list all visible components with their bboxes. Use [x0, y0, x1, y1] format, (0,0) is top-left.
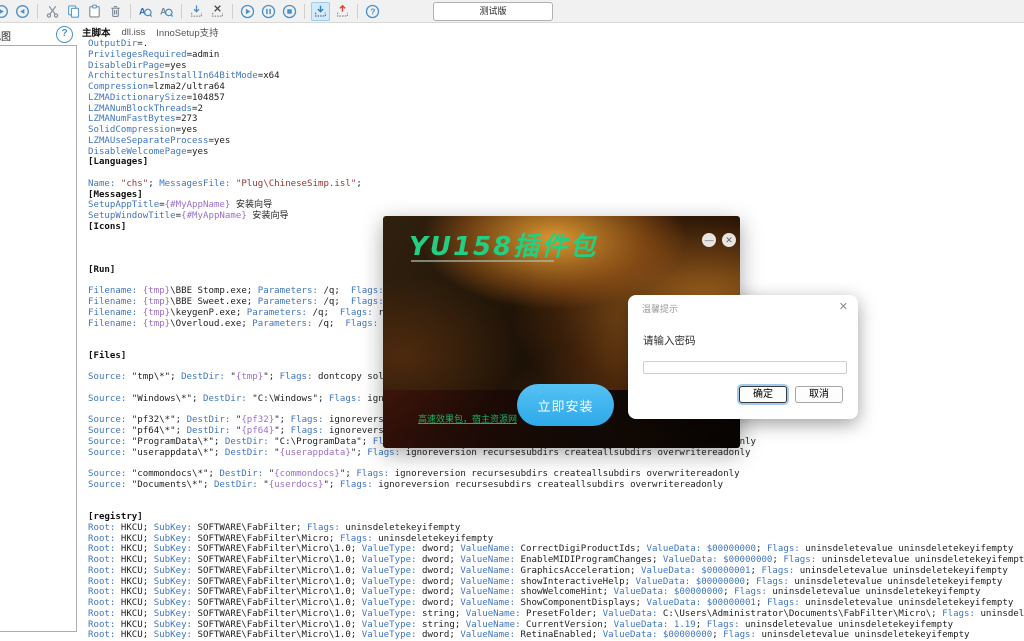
delete-icon[interactable] — [107, 3, 124, 20]
compile-icon[interactable] — [311, 2, 330, 21]
toolbar-separator — [232, 4, 233, 19]
stop-icon[interactable] — [281, 3, 298, 20]
password-dialog: 温馨提示 ✕ 请输入密码 确定 取消 — [628, 295, 858, 419]
code-line: Source: "Documents\*"; DestDir: "{userdo… — [88, 480, 1024, 491]
close-icon[interactable]: ✕ — [722, 233, 736, 247]
run-icon[interactable] — [239, 3, 256, 20]
test-version-badge[interactable]: 测试版 — [433, 2, 553, 21]
code-line: Root: HKCU; SubKey: SOFTWARE\FabFilter\M… — [88, 577, 1024, 588]
cut-icon[interactable] — [44, 3, 61, 20]
code-line: Root: HKCU; SubKey: SOFTWARE\FabFilter\M… — [88, 555, 1024, 566]
installer-title: YU158插件包 — [409, 226, 597, 263]
toolbar-separator — [181, 4, 182, 19]
password-input[interactable] — [643, 361, 847, 374]
resource-site-link[interactable]: 高速效果包，宿主资源网 — [418, 412, 517, 425]
sidebar-help-icon[interactable]: ? — [56, 26, 73, 43]
find-icon[interactable]: A — [137, 3, 154, 20]
sidebar-view-label: 视图 — [0, 28, 11, 43]
remove-file-icon[interactable] — [209, 3, 226, 20]
toolbar: A A ? 测试版 — [0, 0, 1024, 23]
installer-title-underline — [411, 260, 554, 262]
pause-icon[interactable] — [260, 3, 277, 20]
code-line: SolidCompression=yes — [88, 125, 1024, 136]
code-line: OutputDir=. — [88, 39, 1024, 50]
code-line: Root: HKCU; SubKey: SOFTWARE\FabFilter\M… — [88, 534, 1024, 545]
toolbar-separator — [304, 4, 305, 19]
install-now-button[interactable]: 立即安装 — [517, 384, 614, 426]
toolbar-separator — [357, 4, 358, 19]
copy-icon[interactable] — [65, 3, 82, 20]
tab-dll-iss[interactable]: dll.iss — [122, 27, 146, 38]
code-line: LZMANumBlockThreads=2 — [88, 104, 1024, 115]
paste-icon[interactable] — [86, 3, 103, 20]
code-line: [registry] — [88, 512, 1024, 523]
password-prompt-label: 请输入密码 — [643, 333, 696, 348]
code-line: Root: HKCU; SubKey: SOFTWARE\FabFilter\M… — [88, 587, 1024, 598]
code-line: DisableWelcomePage=yes — [88, 147, 1024, 158]
toolbar-separator — [130, 4, 131, 19]
code-line: Root: HKCU; SubKey: SOFTWARE\FabFilter\M… — [88, 544, 1024, 555]
code-line: SetupAppTitle={#MyAppName} 安装向导 — [88, 200, 1024, 211]
code-line: Root: HKCU; SubKey: SOFTWARE\FabFilter\M… — [88, 598, 1024, 609]
code-line — [88, 458, 1024, 469]
svg-text:?: ? — [370, 6, 375, 16]
code-line: LZMAUseSeparateProcess=yes — [88, 136, 1024, 147]
export-icon[interactable] — [334, 3, 351, 20]
ok-button[interactable]: 确定 — [739, 386, 787, 403]
code-line: [Messages] — [88, 190, 1024, 201]
dialog-close-icon[interactable]: ✕ — [839, 300, 848, 313]
dialog-title: 温馨提示 — [642, 302, 678, 315]
redo-icon[interactable] — [14, 3, 31, 20]
code-line — [88, 491, 1024, 502]
code-line: Root: HKCU; SubKey: SOFTWARE\FabFilter; … — [88, 523, 1024, 534]
tab-bar: 主脚本 dll.iss InnoSetup支持 — [82, 24, 219, 40]
code-line: Root: HKCU; SubKey: SOFTWARE\FabFilter\M… — [88, 566, 1024, 577]
cancel-button[interactable]: 取消 — [795, 386, 843, 403]
insert-file-icon[interactable] — [188, 3, 205, 20]
code-line: Source: "userappdata\*"; DestDir: "{user… — [88, 448, 1024, 459]
code-line — [88, 168, 1024, 179]
code-line: LZMADictionarySize=104857 — [88, 93, 1024, 104]
help-icon[interactable]: ? — [364, 3, 381, 20]
toolbar-separator — [37, 4, 38, 19]
code-line: PrivilegesRequired=admin — [88, 50, 1024, 61]
replace-icon[interactable]: A — [158, 3, 175, 20]
tab-main-script[interactable]: 主脚本 — [82, 25, 111, 39]
code-line: Root: HKCU; SubKey: SOFTWARE\FabFilter\M… — [88, 630, 1024, 641]
code-line — [88, 501, 1024, 512]
code-line: ArchitecturesInstallIn64BitMode=x64 — [88, 71, 1024, 82]
sidebar-panel[interactable] — [0, 45, 77, 632]
undo-icon[interactable] — [0, 3, 10, 20]
code-line: [Languages] — [88, 157, 1024, 168]
code-line: Compression=lzma2/ultra64 — [88, 82, 1024, 93]
code-line: DisableDirPage=yes — [88, 61, 1024, 72]
code-line: Name: "chs"; MessagesFile: "Plug\Chinese… — [88, 179, 1024, 190]
code-line: Root: HKCU; SubKey: SOFTWARE\FabFilter\M… — [88, 609, 1024, 620]
code-line: Root: HKCU; SubKey: SOFTWARE\FabFilter\M… — [88, 620, 1024, 631]
code-line: Source: "commondocs\*"; DestDir: "{commo… — [88, 469, 1024, 480]
minimize-icon[interactable]: — — [702, 233, 716, 247]
tab-innosetup-support[interactable]: InnoSetup支持 — [156, 25, 218, 39]
code-line: LZMANumFastBytes=273 — [88, 114, 1024, 125]
